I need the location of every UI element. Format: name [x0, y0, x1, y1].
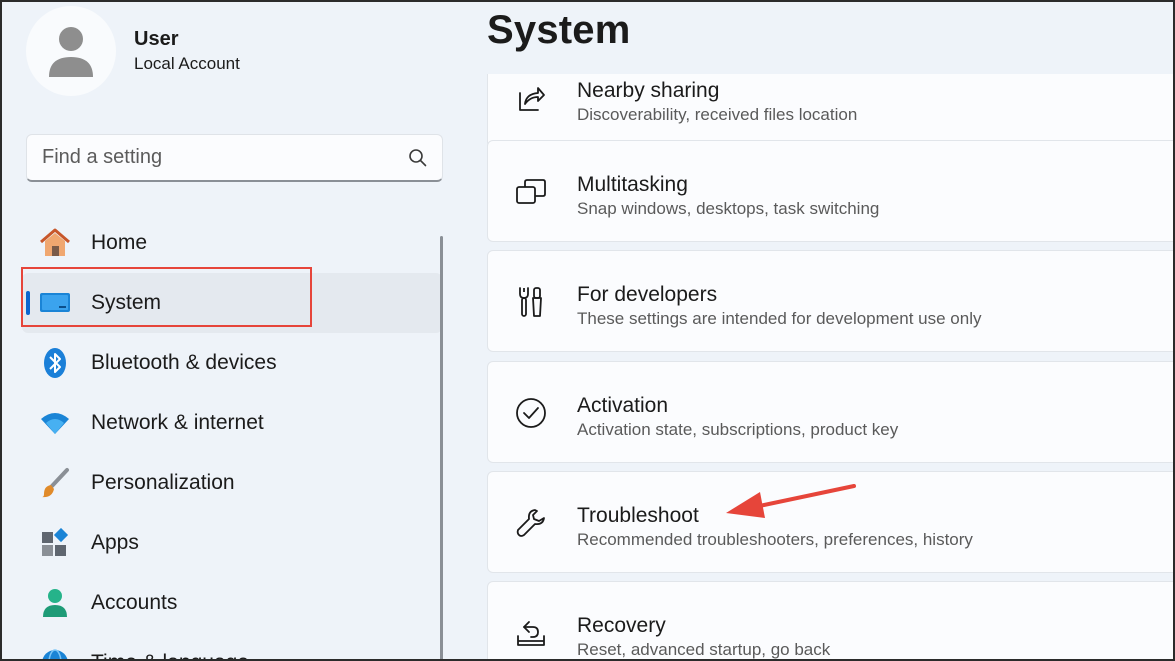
- sidebar-item-bluetooth[interactable]: Bluetooth & devices: [22, 333, 442, 393]
- apps-icon: [38, 526, 72, 560]
- card-subtitle: These settings are intended for developm…: [577, 309, 982, 328]
- card-subtitle: Snap windows, desktops, task switching: [577, 199, 880, 218]
- card-title: For developers: [577, 283, 718, 306]
- share-icon: [514, 81, 548, 115]
- paintbrush-icon: [38, 466, 72, 500]
- wrench-icon: [514, 506, 548, 540]
- card-activation[interactable]: Activation Activation state, subscriptio…: [487, 361, 1175, 463]
- home-icon: [38, 226, 72, 260]
- sidebar-item-label: Personalization: [91, 471, 235, 494]
- card-title: Nearby sharing: [577, 79, 720, 102]
- profile-name: User: [134, 28, 179, 50]
- sidebar-scrollbar[interactable]: [440, 236, 443, 661]
- card-title: Recovery: [577, 614, 666, 637]
- sidebar-item-label: Network & internet: [91, 411, 264, 434]
- card-subtitle: Recommended troubleshooters, preferences…: [577, 530, 973, 549]
- system-monitor-icon: [38, 286, 72, 320]
- page-title: System: [487, 8, 631, 52]
- wifi-icon: [38, 406, 72, 440]
- sidebar-nav: Home System Bluetooth & devices Network …: [0, 213, 442, 661]
- sidebar-item-system[interactable]: System: [22, 273, 442, 333]
- sidebar-item-apps[interactable]: Apps: [22, 513, 442, 573]
- card-nearby-sharing[interactable]: Nearby sharing Discoverability, received…: [487, 74, 1175, 148]
- accounts-icon: [38, 586, 72, 620]
- card-multitasking[interactable]: Multitasking Snap windows, desktops, tas…: [487, 140, 1175, 242]
- sidebar-item-personalization[interactable]: Personalization: [22, 453, 442, 513]
- sidebar-item-time-language[interactable]: Time & language: [22, 633, 442, 661]
- developer-tools-icon: [514, 285, 548, 319]
- search-input[interactable]: [42, 146, 408, 169]
- bluetooth-icon: [38, 346, 72, 380]
- card-subtitle: Reset, advanced startup, go back: [577, 640, 831, 659]
- globe-icon: [38, 646, 72, 661]
- profile-account-type: Local Account: [134, 54, 240, 73]
- checkmark-circle-icon: [514, 396, 548, 430]
- sidebar-item-label: Bluetooth & devices: [91, 351, 277, 374]
- sidebar-item-home[interactable]: Home: [22, 213, 442, 273]
- sidebar-item-label: Apps: [91, 531, 139, 554]
- sidebar-item-label: System: [91, 291, 162, 314]
- multitasking-icon: [514, 175, 548, 209]
- card-title: Troubleshoot: [577, 504, 699, 527]
- sidebar-item-label: Accounts: [91, 591, 178, 614]
- search-icon[interactable]: [408, 148, 428, 168]
- sidebar-item-accounts[interactable]: Accounts: [22, 573, 442, 633]
- card-title: Activation: [577, 394, 669, 417]
- user-profile[interactable]: User Local Account: [26, 6, 240, 96]
- search-box[interactable]: [26, 134, 443, 182]
- user-avatar-icon: [49, 27, 93, 77]
- card-title: Multitasking: [577, 173, 688, 196]
- sidebar: User Local Account Home: [0, 0, 460, 661]
- sidebar-item-label: Home: [91, 231, 148, 254]
- avatar: [26, 6, 116, 96]
- annotation-arrow-icon: [726, 484, 856, 518]
- card-for-developers[interactable]: For developers These settings are intend…: [487, 250, 1175, 352]
- card-recovery[interactable]: Recovery Reset, advanced startup, go bac…: [487, 581, 1175, 661]
- card-subtitle: Activation state, subscriptions, product…: [577, 420, 899, 439]
- sidebar-item-label: Time & language: [91, 651, 249, 661]
- sidebar-item-network[interactable]: Network & internet: [22, 393, 442, 453]
- card-subtitle: Discoverability, received files location: [577, 105, 858, 124]
- settings-list: Nearby sharing Discoverability, received…: [487, 74, 1175, 661]
- recovery-icon: [514, 616, 548, 650]
